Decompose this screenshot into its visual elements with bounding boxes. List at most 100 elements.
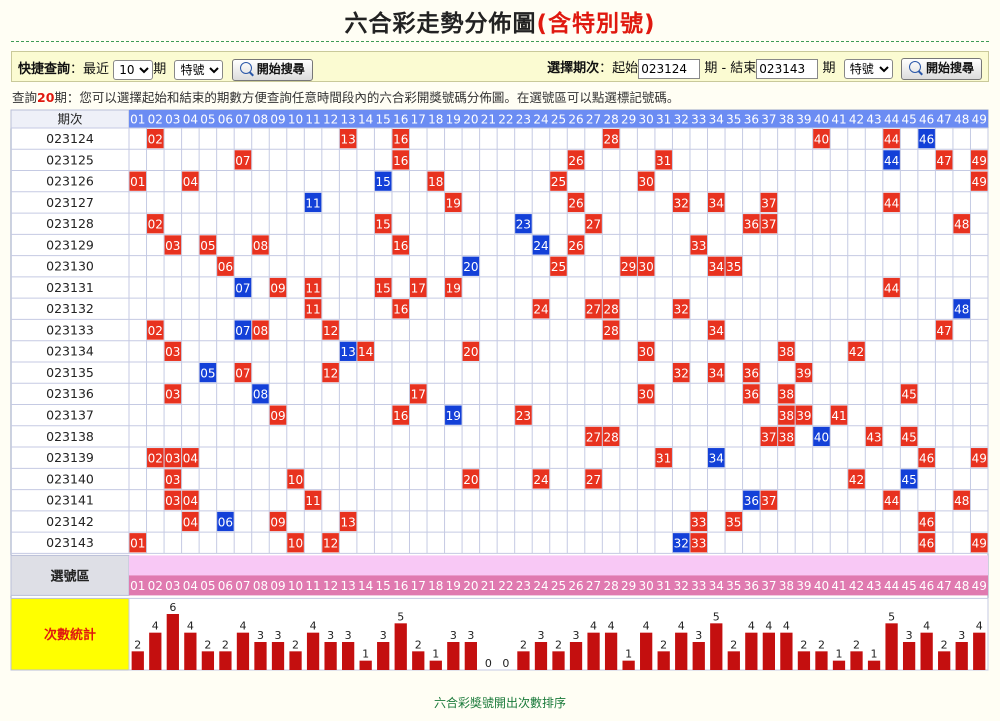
special-number-ball[interactable]: 36	[743, 490, 760, 510]
drawn-number-ball[interactable]: 49	[970, 533, 988, 553]
drawn-number-ball[interactable]: 26	[567, 150, 585, 170]
drawn-number-ball[interactable]: 42	[848, 469, 865, 489]
select-zone-number[interactable]: 03	[165, 579, 180, 593]
select-zone-number[interactable]: 24	[533, 579, 548, 593]
drawn-number-ball[interactable]: 15	[374, 214, 392, 234]
select-zone-number[interactable]: 35	[726, 579, 741, 593]
drawn-number-ball[interactable]: 11	[304, 277, 322, 298]
drawn-number-ball[interactable]: 26	[567, 192, 585, 213]
select-zone-number[interactable]: 31	[656, 579, 671, 593]
drawn-number-ball[interactable]: 27	[585, 469, 602, 489]
select-zone-number[interactable]: 15	[376, 579, 391, 593]
drawn-number-ball[interactable]: 16	[392, 150, 409, 170]
select-zone-number[interactable]: 08	[253, 579, 268, 593]
special-number-ball[interactable]: 46	[918, 129, 935, 149]
special-number-ball[interactable]: 05	[199, 362, 217, 383]
drawn-number-ball[interactable]: 24	[532, 469, 550, 489]
select-zone-number[interactable]: 22	[498, 579, 513, 593]
drawn-number-ball[interactable]: 03	[164, 384, 182, 404]
select-zone-number[interactable]: 44	[884, 579, 899, 593]
select-zone-number[interactable]: 21	[481, 579, 496, 593]
select-zone-number[interactable]: 25	[551, 579, 566, 593]
drawn-number-ball[interactable]: 16	[392, 299, 409, 319]
select-zone-number[interactable]: 09	[270, 579, 285, 593]
drawn-number-ball[interactable]: 39	[795, 362, 813, 383]
select-zone-number[interactable]: 32	[674, 579, 689, 593]
select-zone-number[interactable]: 42	[849, 579, 864, 593]
select-zone-number[interactable]: 34	[709, 579, 724, 593]
special-number-ball[interactable]: 34	[708, 448, 725, 468]
drawn-number-ball[interactable]: 42	[848, 341, 865, 361]
drawn-number-ball[interactable]: 09	[269, 511, 287, 532]
select-zone-number[interactable]: 37	[761, 579, 776, 593]
drawn-number-ball[interactable]: 34	[708, 192, 725, 213]
drawn-number-ball[interactable]: 29	[620, 256, 637, 276]
drawn-number-ball[interactable]: 38	[778, 384, 795, 404]
drawn-number-ball[interactable]: 08	[252, 320, 269, 340]
select-zone-number[interactable]: 13	[340, 579, 355, 593]
special-number-ball[interactable]: 06	[217, 511, 234, 532]
drawn-number-ball[interactable]: 30	[637, 171, 655, 191]
select-zone-number[interactable]: 19	[446, 579, 461, 593]
drawn-number-ball[interactable]: 43	[865, 426, 883, 447]
select-zone-number[interactable]: 12	[323, 579, 338, 593]
drawn-number-ball[interactable]: 31	[655, 448, 672, 468]
drawn-number-ball[interactable]: 04	[182, 490, 199, 510]
select-zone-number[interactable]: 26	[568, 579, 583, 593]
drawn-number-ball[interactable]: 32	[672, 362, 690, 383]
drawn-number-ball[interactable]: 28	[602, 299, 620, 319]
drawn-number-ball[interactable]: 49	[970, 171, 988, 191]
drawn-number-ball[interactable]: 41	[830, 405, 848, 425]
drawn-number-ball[interactable]: 37	[760, 214, 778, 234]
select-zone-number[interactable]: 38	[779, 579, 794, 593]
drawn-number-ball[interactable]: 07	[234, 362, 252, 383]
select-zone-number[interactable]: 36	[744, 579, 759, 593]
select-zone-number[interactable]: 05	[200, 579, 215, 593]
drawn-number-ball[interactable]: 17	[409, 384, 427, 404]
special-number-ball[interactable]: 19	[445, 405, 462, 425]
drawn-number-ball[interactable]: 25	[550, 256, 567, 276]
drawn-number-ball[interactable]: 20	[462, 469, 480, 489]
select-zone-number[interactable]: 41	[831, 579, 846, 593]
drawn-number-ball[interactable]: 02	[147, 129, 164, 149]
select-zone-number[interactable]: 40	[814, 579, 829, 593]
drawn-number-ball[interactable]: 02	[147, 448, 164, 468]
drawn-number-ball[interactable]: 10	[287, 469, 304, 489]
drawn-number-ball[interactable]: 11	[304, 299, 322, 319]
select-zone-number[interactable]: 43	[866, 579, 881, 593]
drawn-number-ball[interactable]: 46	[918, 448, 935, 468]
select-zone-number[interactable]: 02	[148, 579, 163, 593]
drawn-number-ball[interactable]: 09	[269, 277, 287, 298]
drawn-number-ball[interactable]: 44	[883, 490, 900, 510]
special-number-ball[interactable]: 24	[532, 235, 550, 255]
drawn-number-ball[interactable]: 12	[322, 320, 339, 340]
special-number-ball[interactable]: 40	[813, 426, 830, 447]
drawn-number-ball[interactable]: 05	[199, 235, 217, 255]
drawn-number-ball[interactable]: 30	[637, 384, 655, 404]
drawn-number-ball[interactable]: 27	[585, 299, 602, 319]
drawn-number-ball[interactable]: 38	[778, 426, 795, 447]
special-number-ball[interactable]: 13	[339, 341, 357, 361]
select-zone-number[interactable]: 49	[972, 579, 987, 593]
drawn-number-ball[interactable]: 44	[883, 129, 900, 149]
drawn-number-ball[interactable]: 37	[760, 426, 778, 447]
drawn-number-ball[interactable]: 40	[813, 129, 830, 149]
drawn-number-ball[interactable]: 16	[392, 235, 409, 255]
drawn-number-ball[interactable]: 46	[918, 511, 935, 532]
select-zone-number[interactable]: 20	[463, 579, 478, 593]
drawn-number-ball[interactable]: 34	[708, 256, 725, 276]
drawn-number-ball[interactable]: 14	[357, 341, 374, 361]
drawn-number-ball[interactable]: 08	[252, 235, 269, 255]
special-number-ball[interactable]: 23	[515, 214, 532, 234]
drawn-number-ball[interactable]: 32	[672, 299, 690, 319]
select-zone-number[interactable]: 47	[937, 579, 952, 593]
select-zone-number[interactable]: 27	[586, 579, 601, 593]
select-zone-number[interactable]: 39	[796, 579, 811, 593]
drawn-number-ball[interactable]: 18	[427, 171, 445, 191]
drawn-number-ball[interactable]: 36	[743, 214, 760, 234]
drawn-number-ball[interactable]: 02	[147, 214, 164, 234]
drawn-number-ball[interactable]: 26	[567, 235, 585, 255]
select-zone-number[interactable]: 45	[901, 579, 916, 593]
drawn-number-ball[interactable]: 02	[147, 320, 164, 340]
drawn-number-ball[interactable]: 12	[322, 362, 339, 383]
